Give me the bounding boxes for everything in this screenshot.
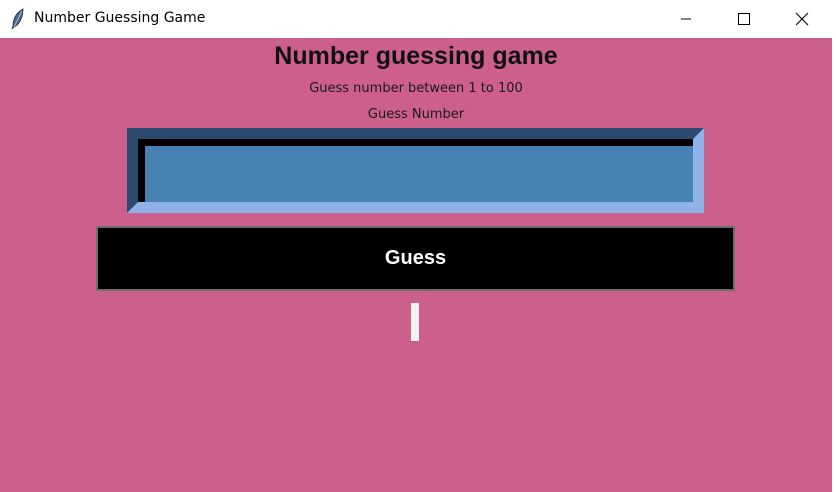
close-icon <box>795 12 809 26</box>
page-title: Number guessing game <box>274 42 558 70</box>
guess-input[interactable] <box>127 128 704 213</box>
guess-button[interactable]: Guess <box>96 226 735 291</box>
result-label <box>411 303 419 341</box>
app-window: Number Guessing Game Number guessing gam… <box>0 0 836 492</box>
minimize-icon <box>681 18 691 20</box>
feather-icon <box>10 8 26 30</box>
maximize-icon <box>738 13 750 25</box>
guess-field-label: Guess Number <box>367 107 465 122</box>
instructions-text: Guess number between 1 to 100 <box>309 81 523 96</box>
close-button[interactable] <box>773 0 831 38</box>
minimize-button[interactable] <box>657 0 715 38</box>
window-right-edge <box>832 38 836 492</box>
maximize-button[interactable] <box>715 0 773 38</box>
title-bar: Number Guessing Game <box>0 0 836 38</box>
window-title: Number Guessing Game <box>34 10 206 26</box>
